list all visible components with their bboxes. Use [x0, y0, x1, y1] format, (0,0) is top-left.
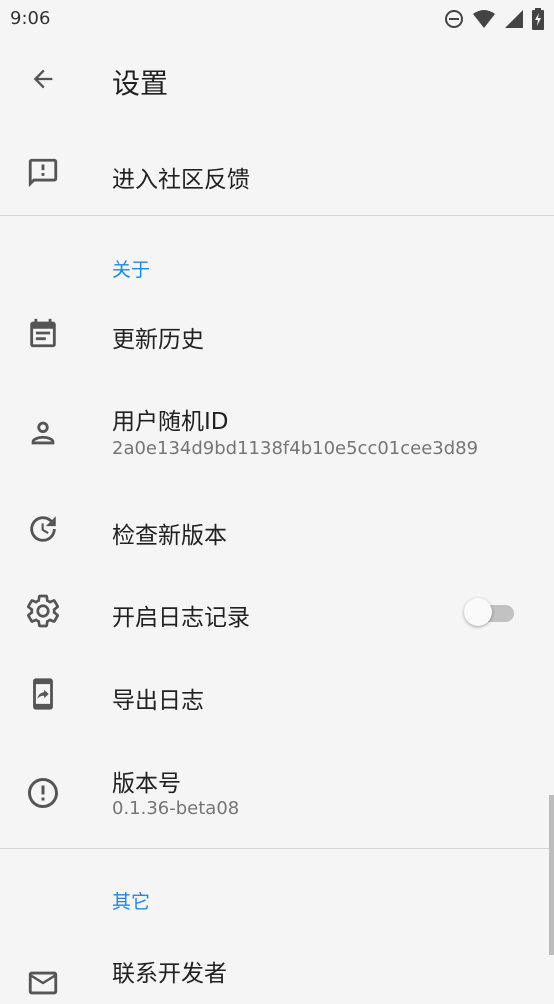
- settings-item-title: 进入社区反馈: [112, 167, 250, 193]
- logging-toggle[interactable]: [464, 598, 514, 626]
- user-id-value: 2a0e134d9bd1138f4b10e5cc01cee3d89: [112, 438, 479, 459]
- settings-item-changelog[interactable]: 更新历史: [0, 294, 554, 374]
- settings-item-title: 用户随机ID: [112, 409, 229, 435]
- do-not-disturb-icon: [444, 9, 464, 33]
- status-time: 9:06: [10, 8, 51, 29]
- page-title: 设置: [112, 67, 169, 100]
- version-value: 0.1.36-beta08: [112, 798, 240, 819]
- settings-item-title: 更新历史: [112, 327, 204, 353]
- mail-icon: [22, 962, 64, 1004]
- settings-item-feedback[interactable]: 进入社区反馈: [0, 134, 554, 214]
- status-icons: [444, 8, 544, 34]
- app-bar: 设置: [0, 38, 554, 126]
- settings-item-title: 开启日志记录: [112, 605, 250, 631]
- settings-item-version[interactable]: 版本号 0.1.36-beta08: [0, 750, 554, 840]
- calendar-icon: [22, 312, 64, 354]
- wifi-icon: [472, 9, 496, 33]
- settings-item-export-logs[interactable]: 导出日志: [0, 655, 554, 735]
- update-icon: [22, 508, 64, 550]
- toggle-thumb: [464, 598, 492, 626]
- divider: [0, 215, 554, 216]
- battery-charging-icon: [532, 8, 544, 34]
- feedback-icon: [22, 152, 64, 194]
- divider: [0, 848, 554, 849]
- status-bar: 9:06: [0, 0, 554, 38]
- settings-item-title: 联系开发者: [112, 961, 227, 987]
- info-alert-icon: [22, 772, 64, 814]
- settings-item-title: 检查新版本: [112, 523, 227, 549]
- settings-item-user-id[interactable]: 用户随机ID 2a0e134d9bd1138f4b10e5cc01cee3d89: [0, 390, 554, 480]
- back-button[interactable]: [18, 56, 68, 106]
- settings-item-contact[interactable]: 联系开发者: [0, 930, 554, 995]
- signal-icon: [504, 9, 524, 33]
- settings-gear-icon: [22, 590, 64, 632]
- section-header-other: 其它: [112, 891, 151, 913]
- section-header-about: 关于: [112, 259, 151, 281]
- person-icon: [22, 412, 64, 454]
- settings-item-title: 版本号: [112, 771, 181, 797]
- settings-item-check-update[interactable]: 检查新版本: [0, 490, 554, 570]
- scrollbar[interactable]: [549, 795, 554, 955]
- share-phone-icon: [22, 673, 64, 715]
- arrow-back-icon: [29, 65, 57, 97]
- settings-item-logging[interactable]: 开启日志记录: [0, 572, 554, 652]
- settings-item-title: 导出日志: [112, 688, 204, 714]
